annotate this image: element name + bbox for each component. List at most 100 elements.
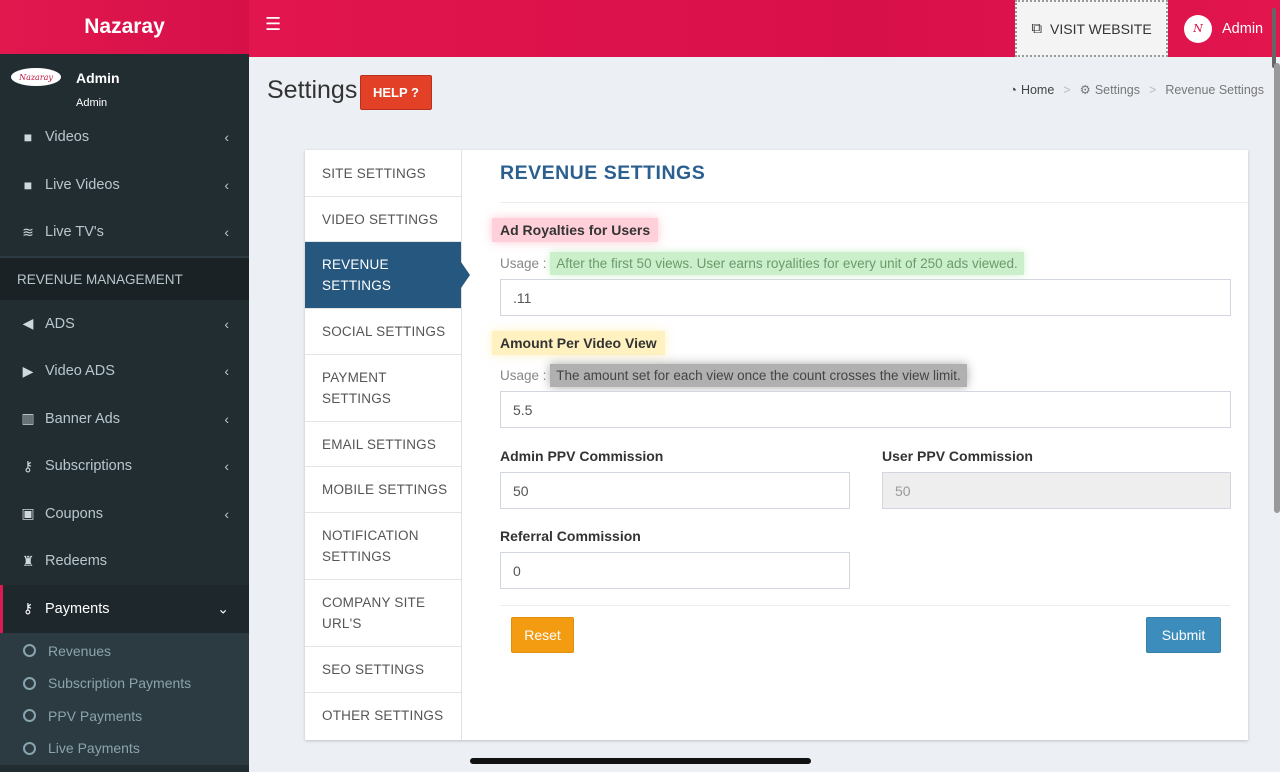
tab-mobile-settings[interactable]: MOBILE SETTINGS bbox=[305, 467, 461, 513]
tab-other-settings[interactable]: OTHER SETTINGS bbox=[305, 693, 461, 738]
video-camera-icon: ■ bbox=[23, 176, 33, 193]
divider bbox=[500, 605, 1230, 606]
visit-website-label: VISIT WEBSITE bbox=[1050, 20, 1152, 37]
ad-royalties-input[interactable]: .11 bbox=[500, 279, 1231, 316]
sidebar: Nazaray Nazaray Admin Admin ■ Videos ‹ ■… bbox=[0, 0, 249, 772]
tab-site-settings[interactable]: SITE SETTINGS bbox=[305, 150, 461, 197]
sidebar-item-payments[interactable]: ⚷ Payments ⌄ bbox=[0, 585, 249, 633]
settings-tabs: SITE SETTINGS VIDEO SETTINGS REVENUE SET… bbox=[305, 150, 462, 740]
usage-text: After the first 50 views. User earns roy… bbox=[550, 252, 1024, 275]
settings-panel: SITE SETTINGS VIDEO SETTINGS REVENUE SET… bbox=[305, 150, 1248, 740]
amount-per-view-label: Amount Per Video View bbox=[492, 331, 665, 355]
tab-payment-settings[interactable]: PAYMENT SETTINGS bbox=[305, 355, 461, 422]
user-ppv-label: User PPV Commission bbox=[882, 448, 1033, 464]
sidebar-item-live-tvs[interactable]: ≋ Live TV's ‹ bbox=[0, 209, 249, 257]
submenu-item-live-payments[interactable]: Live Payments bbox=[0, 732, 249, 765]
sidebar-item-videos[interactable]: ■ Videos ‹ bbox=[0, 112, 249, 161]
breadcrumb-settings[interactable]: Settings bbox=[1095, 83, 1140, 97]
divider bbox=[500, 202, 1248, 203]
home-indicator bbox=[470, 758, 811, 764]
chevron-down-icon: ⌄ bbox=[217, 600, 229, 617]
sidebar-item-label: Videos bbox=[45, 128, 90, 145]
amount-per-view-usage: Usage : The amount set for each view onc… bbox=[500, 364, 967, 387]
circle-icon bbox=[23, 741, 36, 755]
sidebar-item-label: Banner Ads bbox=[45, 410, 120, 427]
page-scrollbar[interactable] bbox=[1274, 63, 1280, 513]
ad-royalties-label: Ad Royalties for Users bbox=[492, 218, 659, 242]
user-ppv-input: 50 bbox=[882, 472, 1231, 509]
chevron-left-icon: ‹ bbox=[224, 363, 229, 380]
sidebar-item-label: Live TV's bbox=[45, 224, 104, 241]
page-title: Settings bbox=[267, 76, 358, 104]
breadcrumb-separator: > bbox=[1149, 82, 1157, 97]
gift-icon: ▣ bbox=[21, 505, 35, 522]
sidebar-item-label: Video ADS bbox=[45, 363, 115, 380]
scrollbar[interactable] bbox=[1272, 8, 1276, 68]
sidebar-item-video-ads[interactable]: ▶ Video ADS ‹ bbox=[0, 348, 249, 396]
submenu-item-ppv-payments[interactable]: PPV Payments bbox=[0, 700, 249, 733]
submenu-item-revenues[interactable]: Revenues bbox=[0, 635, 249, 668]
chevron-left-icon: ‹ bbox=[224, 176, 229, 193]
referral-input[interactable]: 0 bbox=[500, 552, 850, 589]
external-link-icon: ⧉ bbox=[1031, 20, 1043, 37]
tab-company-site-urls[interactable]: COMPANY SITE URL'S bbox=[305, 580, 461, 647]
gears-icon: ⚙ bbox=[1079, 83, 1091, 97]
usage-text: The amount set for each view once the co… bbox=[550, 364, 967, 387]
tab-social-settings[interactable]: SOCIAL SETTINGS bbox=[305, 309, 461, 355]
trophy-icon: ♜ bbox=[21, 552, 35, 569]
circle-icon bbox=[23, 644, 36, 658]
visit-website-button[interactable]: ⧉ VISIT WEBSITE bbox=[1015, 0, 1168, 57]
tab-revenue-settings[interactable]: REVENUE SETTINGS bbox=[305, 242, 461, 309]
sidebar-item-label: Redeems bbox=[45, 553, 108, 570]
user-name: Admin bbox=[76, 70, 120, 86]
tab-email-settings[interactable]: EMAIL SETTINGS bbox=[305, 422, 461, 467]
submenu-item-subscription-payments[interactable]: Subscription Payments bbox=[0, 667, 249, 700]
sidebar-item-label: ADS bbox=[45, 315, 75, 332]
payments-submenu: Revenues Subscription Payments PPV Payme… bbox=[0, 632, 249, 765]
chevron-left-icon: ‹ bbox=[224, 128, 229, 145]
sidebar-item-coupons[interactable]: ▣ Coupons ‹ bbox=[0, 490, 249, 538]
play-icon: ▶ bbox=[22, 362, 34, 379]
tab-video-settings[interactable]: VIDEO SETTINGS bbox=[305, 197, 461, 242]
circle-icon bbox=[23, 676, 36, 690]
chevron-left-icon: ‹ bbox=[224, 315, 229, 332]
breadcrumb-separator: > bbox=[1063, 82, 1071, 97]
sidebar-item-ads[interactable]: ◀ ADS ‹ bbox=[0, 300, 249, 348]
sidebar-section-header: REVENUE MANAGEMENT bbox=[0, 256, 249, 300]
breadcrumb-current: Revenue Settings bbox=[1165, 82, 1264, 97]
circle-icon bbox=[23, 709, 36, 723]
sidebar-item-subscriptions[interactable]: ⚷ Subscriptions ‹ bbox=[0, 443, 249, 491]
admin-user-menu[interactable]: N Admin bbox=[1184, 0, 1263, 57]
submenu-item-label: Subscription Payments bbox=[48, 675, 192, 692]
amount-per-view-input[interactable]: 5.5 bbox=[500, 391, 1231, 428]
tab-notification-settings[interactable]: NOTIFICATION SETTINGS bbox=[305, 513, 461, 580]
avatar: Nazaray bbox=[11, 68, 61, 86]
user-role: Admin bbox=[76, 97, 108, 109]
submenu-item-label: PPV Payments bbox=[48, 707, 143, 724]
help-button[interactable]: HELP ? bbox=[360, 75, 432, 110]
reset-button[interactable]: Reset bbox=[511, 617, 574, 653]
chevron-left-icon: ‹ bbox=[224, 505, 229, 522]
submenu-item-label: Revenues bbox=[48, 642, 112, 659]
hamburger-menu-icon[interactable]: ☰ bbox=[265, 14, 281, 35]
tab-seo-settings[interactable]: SEO SETTINGS bbox=[305, 647, 461, 693]
admin-ppv-label: Admin PPV Commission bbox=[500, 448, 664, 464]
referral-label: Referral Commission bbox=[500, 528, 641, 544]
key-icon: ⚷ bbox=[22, 457, 34, 474]
sidebar-item-label: Subscriptions bbox=[45, 458, 133, 475]
ad-royalties-usage: Usage : After the first 50 views. User e… bbox=[500, 252, 1024, 275]
sidebar-item-label: Coupons bbox=[45, 505, 104, 522]
submit-button[interactable]: Submit bbox=[1146, 617, 1221, 653]
form-title: REVENUE SETTINGS bbox=[500, 162, 706, 184]
video-camera-icon: ■ bbox=[23, 128, 33, 145]
admin-name: Admin bbox=[1222, 20, 1264, 37]
bank-icon: ▥ bbox=[21, 410, 35, 427]
brand-logo[interactable]: Nazaray bbox=[0, 0, 249, 54]
sidebar-item-label: Payments bbox=[45, 600, 110, 617]
admin-ppv-input[interactable]: 50 bbox=[500, 472, 850, 509]
breadcrumb-home[interactable]: Home bbox=[1021, 83, 1054, 97]
sidebar-item-banner-ads[interactable]: ▥ Banner Ads ‹ bbox=[0, 395, 249, 443]
sidebar-item-live-videos[interactable]: ■ Live Videos ‹ bbox=[0, 161, 249, 209]
avatar: N bbox=[1184, 14, 1212, 43]
sidebar-item-redeems[interactable]: ♜ Redeems bbox=[0, 538, 249, 586]
